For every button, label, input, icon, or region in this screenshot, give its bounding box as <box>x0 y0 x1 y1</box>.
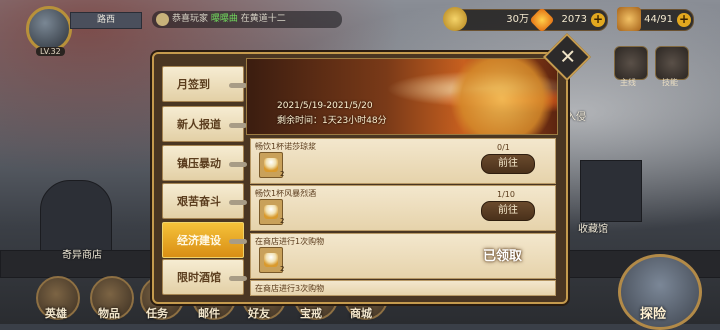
add-diamond-button[interactable]: + <box>591 13 605 27</box>
nav-hero[interactable]: 英雄 <box>45 305 67 321</box>
task-row: 在商店进行3次购物 <box>250 280 556 296</box>
beer-mug-icon <box>264 158 278 172</box>
gold-coin-icon <box>443 7 467 31</box>
shop-building[interactable] <box>40 180 112 252</box>
claimed-status: 已领取 <box>483 249 523 264</box>
tab-limited-tavern[interactable]: 限时酒馆 <box>162 259 247 295</box>
nav-tasks[interactable]: 任务 <box>146 305 168 321</box>
task-progress: 1/10 <box>497 190 515 199</box>
task-title: 在商店进行3次购物 <box>255 284 325 293</box>
tab-label: 新人报道 <box>177 118 221 131</box>
explore-label[interactable]: 探险 <box>640 303 666 322</box>
tab-handle <box>229 123 247 128</box>
invasion-label[interactable]: 入侵 <box>566 108 586 123</box>
player-avatar[interactable] <box>26 6 72 52</box>
tab-label: 限时酒馆 <box>177 271 221 284</box>
diamond-value: 2073 <box>561 14 587 25</box>
collection-label[interactable]: 收藏馆 <box>578 220 608 235</box>
go-button[interactable]: 前往 <box>481 154 535 174</box>
tab-hard-struggle[interactable]: 艰苦奋斗 <box>162 183 247 219</box>
event-banner: 2021/5/19-2021/5/20 剩余时间：1天23小时48分 <box>246 58 558 135</box>
nav-items[interactable]: 物品 <box>98 305 120 321</box>
diamond-counter: 2073 + <box>529 7 608 33</box>
tab-label: 月签到 <box>177 78 210 91</box>
stamina-counter: 44/91 + <box>617 7 694 31</box>
stamina-icon <box>617 7 641 31</box>
beer-mug-icon <box>264 205 278 219</box>
task-title: 畅饮1杯风暴烈酒 <box>255 189 317 198</box>
shop-label[interactable]: 奇异商店 <box>62 246 102 261</box>
tab-economic-build[interactable]: 经济建设 <box>162 222 247 258</box>
player-level: LV.32 <box>36 47 65 56</box>
stamina-value: 44/91 <box>644 14 673 25</box>
task-row: 在商店进行1次购物 2 已领取 <box>250 233 556 279</box>
reward-quantity: 2 <box>280 265 285 273</box>
tab-handle <box>229 200 247 205</box>
tab-newcomer-report[interactable]: 新人报道 <box>162 106 247 142</box>
nav-friends[interactable]: 好友 <box>248 305 270 321</box>
tab-suppress-riot[interactable]: 镇压暴动 <box>162 145 247 181</box>
ticker-prefix: 恭喜玩家 <box>172 14 209 24</box>
broadcast-ticker: 恭喜玩家 曝曝曲 在黄道十二 <box>152 11 342 28</box>
tab-handle <box>229 83 247 88</box>
skill-label: 技能 <box>662 78 678 87</box>
tab-label: 艰苦奋斗 <box>177 195 221 208</box>
nav-mail[interactable]: 邮件 <box>198 305 220 321</box>
task-row: 畅饮1杯风暴烈酒 2 1/10 前往 <box>250 185 556 231</box>
main-quest-icon[interactable] <box>614 46 648 80</box>
tab-label: 经济建设 <box>177 234 221 247</box>
event-remaining-time: 剩余时间：1天23小时48分 <box>277 116 387 126</box>
tab-handle <box>229 162 247 167</box>
reward-quantity: 2 <box>280 217 285 225</box>
add-stamina-button[interactable]: + <box>677 13 691 27</box>
tab-label: 镇压暴动 <box>177 157 221 170</box>
player-name: 路西 <box>70 12 142 29</box>
event-date-range: 2021/5/19-2021/5/20 <box>277 101 373 111</box>
banner-character-art <box>447 59 557 134</box>
tab-handle <box>229 239 247 244</box>
nav-ring[interactable]: 宝戒 <box>300 305 322 321</box>
task-title: 畅饮1杯诺莎琼浆 <box>255 142 317 151</box>
task-title: 在商店进行1次购物 <box>255 237 325 246</box>
task-row: 畅饮1杯诺莎琼浆 2 0/1 前往 <box>250 138 556 184</box>
nav-mall[interactable]: 商城 <box>350 305 372 321</box>
reward-quantity: 2 <box>280 170 285 178</box>
speaker-icon <box>156 13 169 26</box>
go-button[interactable]: 前往 <box>481 201 535 221</box>
ticker-player-name: 曝曝曲 <box>210 14 238 24</box>
main-quest-label: 主线 <box>620 78 636 87</box>
ticker-suffix: 在黄道十二 <box>240 14 286 24</box>
collection-building[interactable] <box>580 160 642 222</box>
close-icon: ✕ <box>559 44 577 69</box>
gold-value: 30万 <box>506 14 529 25</box>
task-progress: 0/1 <box>497 143 510 152</box>
beer-mug-icon <box>264 253 278 267</box>
tab-monthly-signin[interactable]: 月签到 <box>162 66 247 102</box>
tab-handle <box>229 276 247 281</box>
skill-icon[interactable] <box>655 46 689 80</box>
